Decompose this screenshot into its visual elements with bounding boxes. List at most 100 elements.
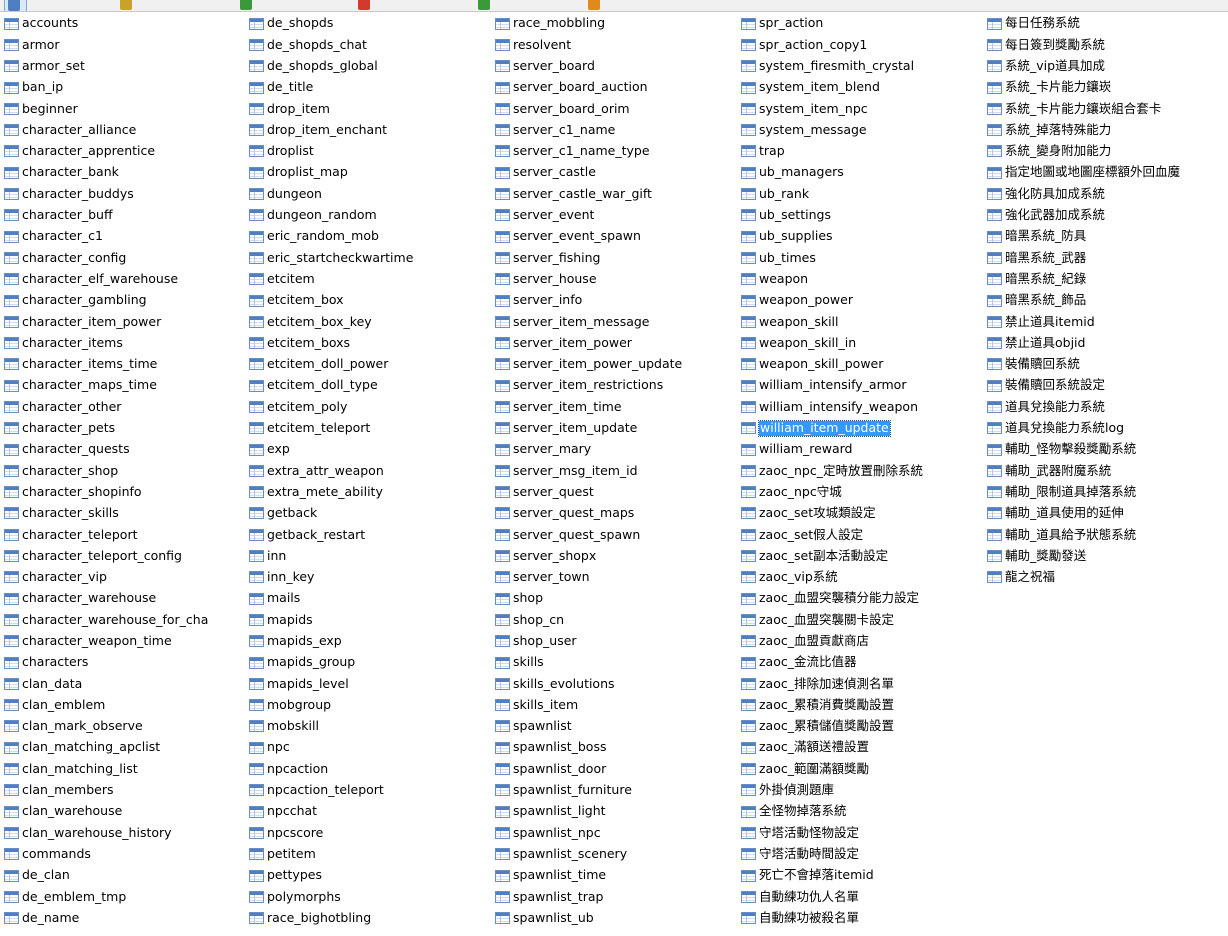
table-list-item[interactable]: zaoc_金流比值器 [741, 652, 987, 673]
table-list-item[interactable]: server_board [495, 56, 741, 77]
table-list-item[interactable]: clan_mark_observe [4, 716, 249, 737]
table-list-item[interactable]: character_bank [4, 162, 249, 183]
delete-table-button[interactable] [358, 0, 373, 10]
table-list-item[interactable]: mails [249, 588, 495, 609]
design-table-button[interactable] [120, 0, 135, 10]
table-list-item[interactable]: server_house [495, 269, 741, 290]
table-list-item[interactable]: william_item_update [741, 418, 987, 439]
table-list-item[interactable]: system_item_npc [741, 98, 987, 119]
table-list-item[interactable]: william_intensify_weapon [741, 396, 987, 417]
export-wizard-button[interactable] [588, 0, 603, 10]
table-list-item[interactable]: getback [249, 503, 495, 524]
table-list-item[interactable]: weapon_power [741, 290, 987, 311]
table-list-item[interactable]: zaoc_npc守城 [741, 482, 987, 503]
table-list-item[interactable]: spawnlist_door [495, 758, 741, 779]
table-list-item[interactable]: character_maps_time [4, 375, 249, 396]
table-list-item[interactable]: weapon_skill_in [741, 332, 987, 353]
table-list-item[interactable]: system_firesmith_crystal [741, 56, 987, 77]
table-list-item[interactable]: inn [249, 545, 495, 566]
table-list-item[interactable]: zaoc_累積儲值獎勵設置 [741, 716, 987, 737]
table-list-item[interactable]: character_shop [4, 460, 249, 481]
table-list-item[interactable]: character_items [4, 332, 249, 353]
table-list-item[interactable]: de_shopds_chat [249, 34, 495, 55]
table-list-item[interactable]: character_vip [4, 567, 249, 588]
table-list-item[interactable]: 暗黑系統_飾品 [987, 290, 1228, 311]
table-list-item[interactable]: polymorphs [249, 886, 495, 907]
table-list-item[interactable]: 自動練功被殺名單 [741, 907, 987, 928]
table-list-item[interactable]: william_intensify_armor [741, 375, 987, 396]
table-list-item[interactable]: character_buddys [4, 183, 249, 204]
table-list-item[interactable]: drop_item_enchant [249, 119, 495, 140]
table-list-item[interactable]: race_bighotbling [249, 907, 495, 928]
table-list-item[interactable]: 守塔活動怪物設定 [741, 822, 987, 843]
table-list-item[interactable]: zaoc_vip系統 [741, 567, 987, 588]
table-list-item[interactable]: skills_evolutions [495, 673, 741, 694]
table-list-item[interactable]: ub_supplies [741, 226, 987, 247]
table-list-item[interactable]: spawnlist [495, 716, 741, 737]
table-list-item[interactable]: armor [4, 34, 249, 55]
table-list-item[interactable]: pettypes [249, 865, 495, 886]
table-list-item[interactable]: skills_item [495, 695, 741, 716]
table-list-item[interactable]: etcitem_box_key [249, 311, 495, 332]
table-list-item[interactable]: 系統_vip道具加成 [987, 56, 1228, 77]
table-list-item[interactable]: character_config [4, 247, 249, 268]
table-list-item[interactable]: extra_attr_weapon [249, 460, 495, 481]
table-list-item[interactable]: trap [741, 141, 987, 162]
table-list-item[interactable]: 龍之祝福 [987, 567, 1228, 588]
table-list-item[interactable]: server_item_message [495, 311, 741, 332]
table-list-item[interactable]: weapon_skill [741, 311, 987, 332]
table-list-item[interactable]: shop_user [495, 631, 741, 652]
table-list-item[interactable]: extra_mete_ability [249, 482, 495, 503]
table-list-item[interactable]: npcchat [249, 801, 495, 822]
table-list-item[interactable]: character_teleport_config [4, 545, 249, 566]
table-list-item[interactable]: zaoc_滿額送禮設置 [741, 737, 987, 758]
table-list-item[interactable]: 裝備贖回系統設定 [987, 375, 1228, 396]
table-list-item[interactable]: armor_set [4, 56, 249, 77]
table-list-item[interactable]: race_mobbling [495, 13, 741, 34]
table-list-item[interactable]: 每日任務系統 [987, 13, 1228, 34]
table-list-item[interactable]: character_c1 [4, 226, 249, 247]
table-list-item[interactable]: npcscore [249, 822, 495, 843]
table-list-item[interactable]: character_warehouse_for_cha [4, 609, 249, 630]
table-list-item[interactable]: etcitem_teleport [249, 418, 495, 439]
table-list-item[interactable]: eric_startcheckwartime [249, 247, 495, 268]
table-list-item[interactable]: de_clan [4, 865, 249, 886]
table-list-item[interactable]: server_shopx [495, 545, 741, 566]
table-list-item[interactable]: petitem [249, 844, 495, 865]
table-list-item[interactable]: commands [4, 844, 249, 865]
table-list-item[interactable]: weapon_skill_power [741, 354, 987, 375]
table-list-item[interactable]: clan_warehouse_history [4, 822, 249, 843]
table-list-item[interactable]: inn_key [249, 567, 495, 588]
table-list-item[interactable]: server_quest [495, 482, 741, 503]
table-list-item[interactable]: eric_random_mob [249, 226, 495, 247]
table-list-item[interactable]: character_alliance [4, 119, 249, 140]
table-list-item[interactable]: spawnlist_time [495, 865, 741, 886]
table-list-item[interactable]: system_item_blend [741, 77, 987, 98]
table-list-item[interactable]: clan_matching_list [4, 758, 249, 779]
table-list-item[interactable]: 輔助_限制道具掉落系統 [987, 482, 1228, 503]
table-list-item[interactable]: etcitem_boxs [249, 332, 495, 353]
table-list-item[interactable]: 每日簽到獎勵系統 [987, 34, 1228, 55]
table-list-item[interactable]: zaoc_血盟突襲關卡設定 [741, 609, 987, 630]
table-list-item[interactable]: ub_rank [741, 183, 987, 204]
table-list-item[interactable]: 輔助_獎勵發送 [987, 545, 1228, 566]
table-list-item[interactable]: droplist [249, 141, 495, 162]
table-list-item[interactable]: 禁止道具itemid [987, 311, 1228, 332]
table-list-item[interactable]: zaoc_血盟貢獻商店 [741, 631, 987, 652]
table-list-item[interactable]: spawnlist_light [495, 801, 741, 822]
table-list-item[interactable]: de_name [4, 907, 249, 928]
table-list-item[interactable]: server_quest_maps [495, 503, 741, 524]
table-list-item[interactable]: character_apprentice [4, 141, 249, 162]
table-list-item[interactable]: character_teleport [4, 524, 249, 545]
table-list-item[interactable]: 系統_卡片能力鑲崁 [987, 77, 1228, 98]
table-list-item[interactable]: 禁止道具objid [987, 332, 1228, 353]
table-list-item[interactable]: server_info [495, 290, 741, 311]
table-list-item[interactable]: etcitem_poly [249, 396, 495, 417]
table-list-item[interactable]: accounts [4, 13, 249, 34]
table-list-item[interactable]: clan_emblem [4, 695, 249, 716]
table-list-item[interactable]: 死亡不會掉落itemid [741, 865, 987, 886]
table-list-item[interactable]: character_quests [4, 439, 249, 460]
table-list-item[interactable]: 指定地圖或地圖座標額外回血魔 [987, 162, 1228, 183]
table-list-item[interactable]: 暗黑系統_紀錄 [987, 269, 1228, 290]
table-list-item[interactable]: spawnlist_ub [495, 907, 741, 928]
